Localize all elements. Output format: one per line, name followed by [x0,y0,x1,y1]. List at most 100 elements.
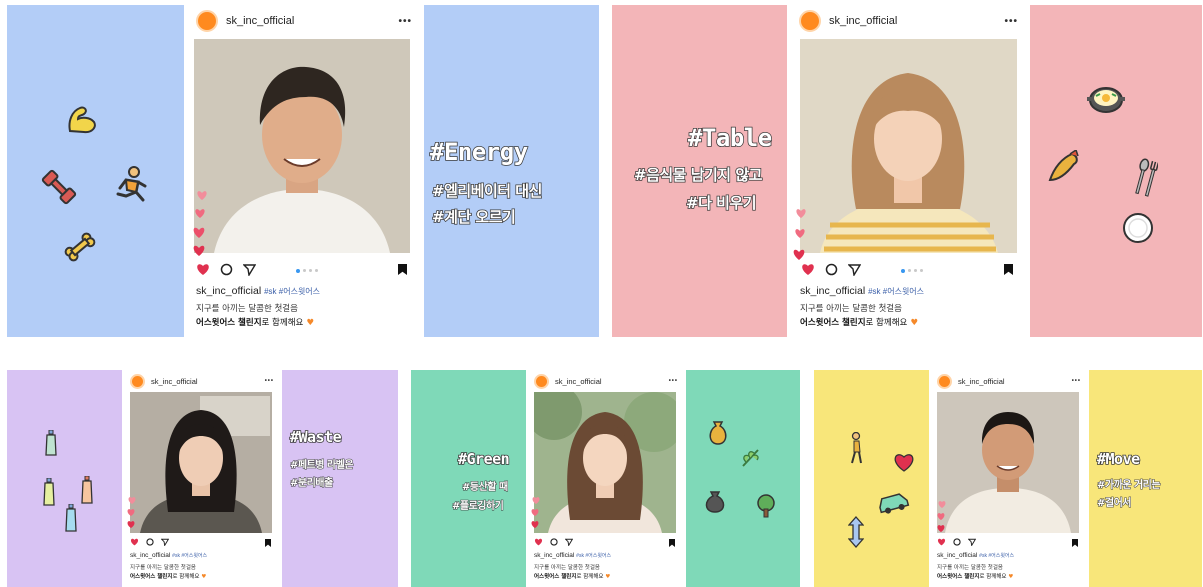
floating-hearts [937,501,946,532]
plastic-bottle-icon [65,504,77,532]
share-icon[interactable] [161,538,169,546]
comment-icon[interactable] [825,263,838,276]
caption-challenge-name: 어스윗어스 챌린지 [937,574,980,580]
orange-heart-icon: ♥ [1008,574,1014,580]
comment-icon[interactable] [146,538,154,546]
caption-challenge-name: 어스윗어스 챌린지 [800,318,866,328]
caption-account[interactable]: sk_inc_official [534,552,574,559]
caption-line2-rest: 로 함께해요 [172,574,200,580]
avatar[interactable] [534,373,549,389]
caption-challenge-name: 어스윗어스 챌린지 [130,574,173,580]
garbage-bag-icon [705,491,725,513]
bookmark-icon[interactable] [398,264,407,275]
caption-line1: 지구를 아끼는 달콤한 첫걸음 [196,304,298,314]
caption-line1: 지구를 아끼는 달콤한 첫걸음 [534,565,600,571]
instagram-post-green: sk_inc_official ••• sk_inc_official #sk … [526,370,686,587]
caption-line1: 지구를 아끼는 달콤한 첫걸음 [800,304,902,314]
card-line2: #다 비우기 [685,193,757,213]
orange-heart-icon: ♥ [605,574,611,580]
share-icon[interactable] [243,263,256,276]
card-line1: #페트병 라벨은 [289,460,354,472]
energy-card-right-panel [424,5,599,337]
share-icon[interactable] [968,538,976,546]
caption-account[interactable]: sk_inc_official [130,552,170,559]
card-line2: #걸어서 [1097,498,1132,510]
energy-card-left-panel [7,5,184,337]
instagram-post-waste: sk_inc_official ••• sk_inc_official #sk … [122,370,282,587]
avatar[interactable] [799,10,821,32]
post-photo [800,39,1017,253]
plastic-bottle-icon [43,478,55,506]
floating-hearts [193,191,207,256]
account-name[interactable]: sk_inc_official [226,15,294,27]
avatar[interactable] [196,10,218,32]
avatar[interactable] [937,373,952,389]
bookmark-icon[interactable] [669,539,675,547]
flexed-arm-icon [68,106,96,134]
plastic-bottle-icon [81,476,93,504]
post-photo [194,39,410,253]
caption-account[interactable]: sk_inc_official [196,285,261,297]
caption-line1: 지구를 아끼는 달콤한 첫걸음 [937,565,1003,571]
up-down-arrow-icon [848,516,864,548]
carousel-pager [901,269,923,273]
floating-hearts [793,209,806,260]
card-line2: #플로깅하기 [451,501,504,513]
card-title: #Green [457,449,510,469]
card-line1: #엘리베이터 대신 [431,181,543,201]
heart-icon[interactable] [534,538,543,546]
bookmark-icon[interactable] [1004,264,1013,275]
caption-line2-rest: 로 함께해요 [865,318,908,328]
more-icon[interactable]: ••• [398,16,412,27]
dumbbell-icon [41,169,77,205]
bookmark-icon[interactable] [1072,539,1078,547]
comment-icon[interactable] [220,263,233,276]
more-icon[interactable]: ••• [265,378,274,384]
bookmark-icon[interactable] [265,539,271,547]
car-icon [879,493,910,514]
account-name[interactable]: sk_inc_official [555,377,602,386]
caption-challenge-name: 어스윗어스 챌린지 [196,318,262,328]
orange-heart-icon: ♥ [306,318,314,328]
account-name[interactable]: sk_inc_official [958,377,1005,386]
tree-icon [757,494,775,518]
leaf-sprout-icon [742,449,759,467]
heart-icon[interactable] [130,538,139,546]
orange-heart-icon: ♥ [201,574,207,580]
caption-account[interactable]: sk_inc_official [800,285,865,297]
caption-line2-rest: 로 함께해요 [979,574,1007,580]
caption-hashtags[interactable]: #sk #어스윗어스 [979,553,1014,559]
share-icon[interactable] [565,538,573,546]
caption-hashtags[interactable]: #sk #어스윗어스 [264,287,320,296]
post-photo [130,392,272,533]
comment-icon[interactable] [550,538,558,546]
post-photo [534,392,676,533]
more-icon[interactable]: ••• [1004,16,1018,27]
comment-icon[interactable] [953,538,961,546]
account-name[interactable]: sk_inc_official [829,15,897,27]
heart-icon[interactable] [196,263,210,276]
caption-account[interactable]: sk_inc_official [937,552,977,559]
card-line1: #가까운 거리는 [1096,480,1161,492]
carousel-pager [296,269,318,273]
move-card-left-panel [814,370,929,587]
post-photo [937,392,1079,533]
instagram-post-table: sk_inc_official ••• sk_inc_official #sk … [787,5,1030,337]
more-icon[interactable]: ••• [669,378,678,384]
account-name[interactable]: sk_inc_official [151,377,198,386]
caption-challenge-name: 어스윗어스 챌린지 [534,574,577,580]
heart-icon[interactable] [937,538,946,546]
orange-heart-icon: ♥ [910,318,918,328]
caption-hashtags[interactable]: #sk #어스윗어스 [868,287,924,296]
avatar[interactable] [130,373,145,389]
stone-pot-bibimbap-icon [1087,87,1125,113]
green-card-right-panel [686,370,800,587]
card-title: #Energy [429,137,529,167]
card-title: #Table [687,123,773,153]
more-icon[interactable]: ••• [1072,378,1081,384]
caption-hashtags[interactable]: #sk #어스윗어스 [172,553,207,559]
caption-hashtags[interactable]: #sk #어스윗어스 [576,553,611,559]
trash-bag-icon [709,421,727,445]
floating-hearts [531,497,540,528]
share-icon[interactable] [848,263,861,276]
